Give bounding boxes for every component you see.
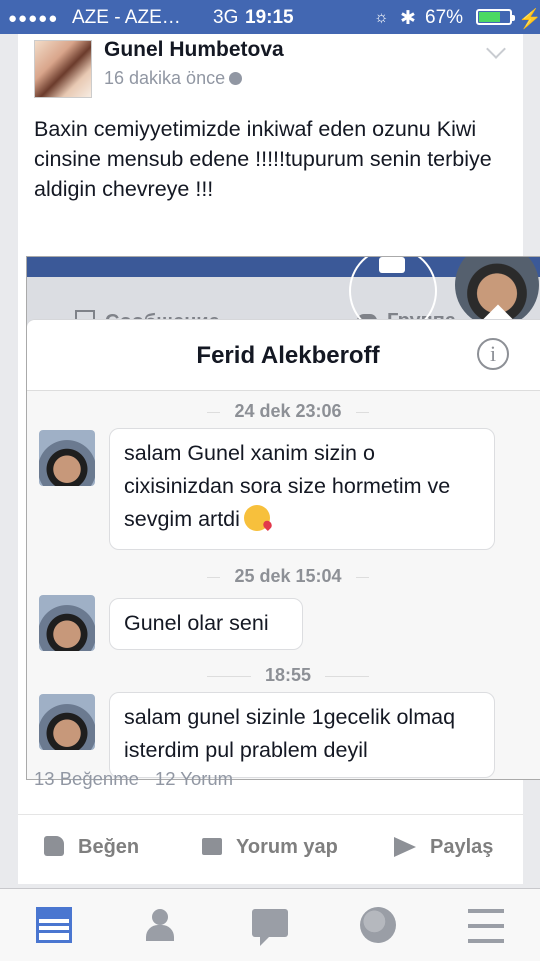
message-timestamp: 25 dek 15:04: [27, 566, 540, 587]
likes-count[interactable]: 13 Beğenme: [34, 768, 139, 789]
share-arrow-icon: [394, 837, 416, 857]
post-stats: 13 Beğenme 12 Yorum: [34, 768, 233, 790]
message-bubble: salam Gunel xanim sizin o cixisinizdan s…: [109, 428, 495, 550]
message-timestamp: 24 dek 23:06: [27, 401, 540, 422]
message-text: salam gunel sizinle 1gecelik olmaq ister…: [124, 705, 456, 762]
chat-header: Ferid Alekberoff i: [27, 320, 540, 391]
status-bar: ●●●●● AZE - AZE… 3G 19:15 ☼ ✱ 67% ⚡: [0, 0, 540, 34]
post-timestamp[interactable]: 16 dakika önce: [104, 68, 243, 89]
message-bubble: salam gunel sizinle 1gecelik olmaq ister…: [109, 692, 495, 778]
battery-percent: 67%: [425, 7, 464, 28]
share-button[interactable]: Paylaş: [394, 836, 493, 859]
message-timestamp-text: 24 dek 23:06: [220, 401, 356, 421]
sender-avatar: [39, 430, 95, 486]
post-card: Gunel Humbetova 16 dakika önce Baxin cem…: [18, 34, 540, 884]
message-timestamp-text: 25 dek 15:04: [220, 566, 356, 586]
thumbs-up-icon: [44, 836, 64, 856]
notifications-globe-icon[interactable]: [360, 907, 396, 943]
sender-avatar: [39, 694, 95, 750]
comment-button[interactable]: Yorum yap: [202, 836, 338, 859]
comments-count[interactable]: 12 Yorum: [155, 768, 233, 789]
post-text: Baxin cemiyyetimizde inkiwaf eden ozunu …: [34, 117, 492, 201]
brightness-icon: ☼: [374, 9, 389, 26]
chat-bubble-icon: [379, 257, 405, 273]
comment-icon: [202, 838, 222, 855]
signal-strength: ●●●●●: [8, 10, 59, 27]
like-button[interactable]: Beğen: [44, 836, 139, 859]
message-bubble: Gunel olar seni: [109, 598, 303, 650]
public-globe-icon: [229, 72, 243, 85]
share-label: Paylaş: [430, 836, 494, 858]
chat-panel: Ferid Alekberoff i 24 dek 23:06 salam Gu…: [27, 319, 540, 779]
kissing-heart-emoji-icon: [243, 505, 270, 531]
sender-avatar: [39, 595, 95, 651]
post-time-text: 16 dakika önce: [104, 68, 226, 88]
clock: 19:15: [245, 7, 294, 28]
bottom-tab-bar: [0, 888, 540, 961]
divider: [18, 814, 523, 815]
message-timestamp: 18:55: [27, 665, 540, 686]
like-label: Beğen: [78, 836, 140, 858]
post-image[interactable]: Сообщение Группа Ferid Alekberoff i 24 d…: [26, 256, 540, 780]
menu-icon[interactable]: [468, 909, 504, 943]
comment-label: Yorum yap: [236, 836, 338, 858]
network-type: 3G: [213, 7, 239, 28]
message-text: Gunel olar seni: [124, 611, 269, 635]
message-timestamp-text: 18:55: [250, 665, 326, 685]
battery-icon: [476, 9, 515, 25]
chat-contact-name: Ferid Alekberoff: [196, 342, 380, 369]
bluetooth-icon: ✱: [400, 8, 416, 29]
author-avatar[interactable]: [34, 40, 92, 98]
post-author[interactable]: Gunel Humbetova: [104, 38, 284, 62]
messages-icon[interactable]: [252, 909, 288, 946]
friends-icon[interactable]: [142, 907, 178, 943]
chevron-down-icon[interactable]: [486, 39, 506, 59]
news-feed-icon[interactable]: [36, 907, 72, 943]
info-icon: i: [477, 338, 509, 370]
message-text: salam Gunel xanim sizin o cixisinizdan s…: [124, 441, 451, 531]
charging-icon: ⚡: [518, 9, 540, 30]
battery-level: [479, 12, 501, 22]
carrier-name: AZE - AZE…: [72, 7, 181, 28]
